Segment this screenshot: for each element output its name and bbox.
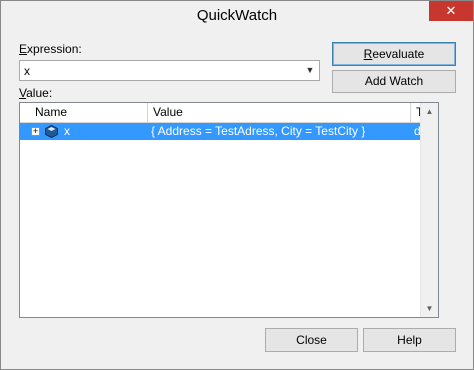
quickwatch-dialog: QuickWatch ✕ Expression: x ▼ Reevaluate … — [0, 0, 474, 370]
reevaluate-button[interactable]: Reevaluate — [332, 42, 456, 66]
chevron-down-icon[interactable]: ▼ — [303, 63, 317, 78]
row-value: { Address = TestAdress, City = TestCity … — [151, 124, 366, 138]
add-watch-button[interactable]: Add Watch — [332, 70, 456, 93]
scroll-down-icon[interactable]: ▼ — [421, 300, 438, 317]
scroll-up-icon[interactable]: ▲ — [421, 103, 438, 120]
grid-header: Name Value Type — [20, 103, 438, 123]
expression-input[interactable]: x — [24, 64, 30, 78]
title-bar: QuickWatch ✕ — [1, 1, 473, 31]
table-row[interactable]: + x { Address = TestAdress, City = TestC… — [20, 123, 438, 140]
close-button[interactable]: Close — [265, 328, 358, 352]
column-header-name[interactable]: Name — [30, 103, 148, 122]
row-name: x — [64, 124, 70, 138]
close-window-button[interactable]: ✕ — [429, 1, 473, 21]
expand-icon[interactable]: + — [31, 127, 40, 136]
window-title: QuickWatch — [196, 7, 278, 24]
value-grid: Name Value Type + x { Address = TestAdre… — [19, 102, 439, 318]
expression-label: Expression: — [19, 42, 82, 56]
object-icon — [45, 125, 58, 138]
help-button[interactable]: Help — [363, 328, 456, 352]
vertical-scrollbar[interactable]: ▲ ▼ — [420, 103, 438, 317]
expression-combobox[interactable]: x ▼ — [19, 60, 320, 81]
value-label: Value: — [19, 86, 53, 100]
column-header-value[interactable]: Value — [148, 103, 411, 122]
